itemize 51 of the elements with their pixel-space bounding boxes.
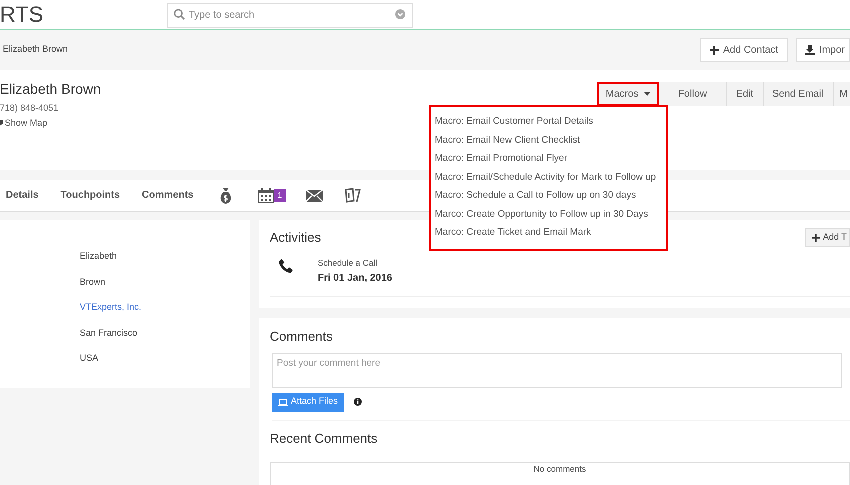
plus-icon	[710, 46, 720, 54]
calendar-icon[interactable]	[258, 188, 274, 203]
menu-item[interactable]: Macro: Email Customer Portal Details	[431, 113, 666, 132]
logo-text: RTS	[0, 4, 45, 26]
add-task-button[interactable]: Add T	[805, 228, 850, 248]
map-marker-icon	[0, 120, 3, 126]
field-value: USA	[80, 352, 99, 365]
activity-title: Schedule a Call	[318, 256, 379, 270]
section-title: Comments	[270, 328, 334, 346]
action-button[interactable]: M	[834, 82, 850, 106]
field-value: Brown	[80, 276, 106, 288]
add-contact-button[interactable]: Add Contact	[700, 38, 788, 62]
tab[interactable]: Details	[6, 188, 39, 203]
menu-item[interactable]: Marco: Create Ticket and Email Mark	[431, 224, 666, 242]
money-bag-icon[interactable]	[220, 188, 232, 204]
menu-item[interactable]: Marco: Create Opportunity to Follow up in 30 Days	[431, 206, 666, 224]
phone-text: 718) 848-4051	[0, 102, 60, 115]
activity-date: Fri 01 Jan, 2016	[318, 272, 392, 286]
macros-dropdown-button[interactable]: Macros	[597, 82, 660, 106]
plus-icon	[812, 234, 820, 242]
chevron-down-icon	[395, 9, 406, 20]
show-map-link[interactable]: Show Map	[0, 116, 48, 130]
action-button[interactable]: Edit	[727, 82, 764, 106]
section-title: Recent Comments	[270, 430, 379, 448]
count-badge: 1	[274, 189, 286, 202]
field-value: Elizabeth	[80, 250, 118, 263]
menu-item[interactable]: Macro: Email New Client Checklist	[431, 132, 666, 150]
tickets-icon[interactable]	[345, 188, 362, 203]
section-title: Activities	[270, 229, 322, 247]
tab[interactable]: Touchpoints	[60, 188, 120, 203]
download-icon	[805, 45, 816, 55]
search-icon	[174, 9, 185, 20]
menu-item[interactable]: Macro: Email/Schedule Activity for Mark to Follow up	[431, 168, 666, 187]
caret-icon	[644, 92, 651, 96]
laptop-icon	[278, 398, 288, 406]
contact-name: Elizabeth Brown	[0, 80, 102, 99]
search-field[interactable]: Type to search	[167, 3, 413, 28]
import-button[interactable]: Impor	[796, 38, 850, 62]
menu-item[interactable]: Macro: Schedule a Call to Follow up on 30 days	[431, 187, 666, 206]
account-link[interactable]: VTExperts, Inc.	[80, 301, 142, 316]
info-icon	[354, 398, 362, 406]
empty-text: No comments	[534, 464, 586, 475]
field-value: San Francisco	[80, 326, 138, 340]
tab[interactable]: Comments	[142, 188, 194, 203]
action-button[interactable]: Send Email	[764, 82, 834, 106]
breadcrumb-text: Elizabeth Brown	[3, 43, 70, 56]
envelope-icon[interactable]	[306, 190, 324, 202]
menu-item[interactable]: Macro: Email Promotional Flyer	[431, 150, 666, 168]
action-button[interactable]: Follow	[659, 82, 728, 106]
phone-icon	[279, 258, 294, 274]
comment-field[interactable]: Post your comment here	[272, 352, 842, 388]
